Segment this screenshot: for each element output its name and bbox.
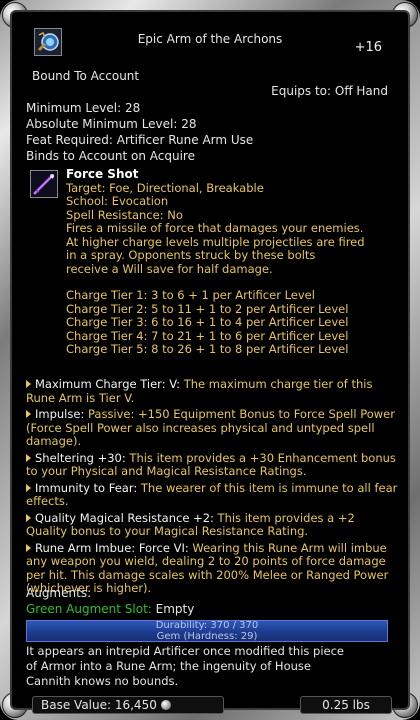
effect-name: Immunity to Fear: [35, 480, 138, 495]
augment-slot-value: Empty [151, 602, 195, 616]
item-minimum-level-badge: +16 [354, 40, 382, 55]
bullet-arrow-icon [26, 543, 31, 552]
bullet-arrow-icon [26, 453, 31, 462]
tooltip-header: Epic Arm of the Archons +16 [14, 14, 406, 72]
charge-tier-line: Charge Tier 3: 6 to 16 + 1 to 4 per Arti… [66, 315, 349, 329]
base-value: Base Value: 16,450 [41, 698, 157, 712]
flavor-line: It appears an intrepid Artificer once mo… [26, 644, 345, 658]
effect-item: Impulse: Passive: +150 Equipment Bonus t… [26, 407, 398, 449]
requirement-line: Absolute Minimum Level: 28 [26, 117, 197, 131]
durability-bar: Durability: 370 / 370 Gem (Hardness: 29) [26, 620, 388, 642]
effect-name: Impulse: [35, 407, 85, 421]
spell-block: Force Shot Target: Foe, Directional, Bre… [26, 167, 398, 357]
effect-name: Maximum Charge Tier: V: [35, 377, 181, 391]
augment-slot: Green Augment Slot: Empty [26, 602, 194, 616]
spell-description: Fires a missile of force that damages yo… [66, 221, 398, 276]
effect-name: Rune Arm Imbue: Force VI: [35, 540, 189, 555]
effects-list: Maximum Charge Tier: V: The maximum char… [26, 377, 398, 599]
augment-slot-label: Green Augment Slot: [26, 602, 152, 616]
flavor-line: of Armor into a Rune Arm; the ingenuity … [26, 659, 311, 673]
flavor-text: It appears an intrepid Artificer once mo… [26, 644, 398, 689]
bound-status: Bound To Account [32, 69, 140, 83]
charge-tier-line: Charge Tier 4: 7 to 21 + 1 to 6 per Arti… [66, 328, 349, 343]
effect-name: Sheltering +30: [35, 450, 126, 465]
requirement-line: Minimum Level: 28 [26, 101, 141, 115]
equip-slot: Equips to: Off Hand [271, 84, 388, 98]
charge-tier-line: Charge Tier 1: 3 to 6 + 1 per Artificer … [66, 288, 315, 302]
spell-description-line: Fires a missile of force that damages yo… [66, 221, 364, 235]
charge-tier-line: Charge Tier 2: 5 to 11 + 1 to 2 per Arti… [66, 301, 349, 316]
item-title: Epic Arm of the Archons [137, 32, 283, 46]
spell-name: Force Shot [66, 167, 139, 181]
requirement-line: Binds to Account on Acquire [26, 149, 195, 163]
effect-item: Maximum Charge Tier: V: The maximum char… [26, 377, 398, 405]
weight-box: 0.25 lbs [300, 696, 392, 714]
requirement-line: Feat Required: Artificer Rune Arm Use [26, 133, 254, 147]
spell-resistance: Spell Resistance: No [66, 207, 183, 222]
effect-item: Immunity to Fear: The wearer of this ite… [26, 480, 398, 509]
durability-text: Durability: 370 / 370 [155, 620, 259, 631]
item-tooltip: Epic Arm of the Archons +16 Bound To Acc… [14, 14, 406, 714]
item-weight: 0.25 lbs [322, 698, 370, 712]
charge-tier-list: Charge Tier 1: 3 to 6 + 1 per Artificer … [66, 288, 398, 357]
spell-description-line: receive a Will save for half damage. [66, 261, 273, 276]
spell-description-line: At higher charge levels multiple project… [66, 234, 365, 249]
coin-icon [160, 700, 171, 710]
flavor-line: Cannith knows no bounds. [26, 674, 179, 688]
rune-arm-icon [34, 28, 62, 56]
effect-item: Sheltering +30: This item provides a +30… [26, 450, 398, 479]
requirements-list: Minimum Level: 28 Absolute Minimum Level… [26, 100, 398, 164]
force-shot-icon [30, 170, 58, 198]
bullet-arrow-icon [26, 483, 31, 492]
bullet-arrow-icon [26, 513, 31, 522]
bullet-arrow-icon [26, 410, 31, 418]
effect-item: Quality Magical Resistance +2: This item… [26, 510, 398, 539]
spell-target: Target: Foe, Directional, Breakable [66, 180, 264, 195]
augments-header: Augments: [26, 586, 92, 600]
bullet-arrow-icon [26, 380, 31, 388]
gem-hardness-text: Gem (Hardness: 29) [156, 631, 258, 642]
base-value-box: Base Value: 16,450 [32, 696, 224, 714]
spell-school: School: Evocation [66, 194, 169, 208]
tooltip-footer: Base Value: 16,450 0.25 lbs [32, 696, 392, 714]
spell-details: Force Shot Target: Foe, Directional, Bre… [66, 167, 398, 357]
charge-tier-line: Charge Tier 5: 8 to 26 + 1 to 8 per Arti… [66, 342, 349, 356]
spell-description-line: in a spray. Opponents struck by these bo… [66, 248, 316, 262]
effect-name: Quality Magical Resistance +2: [35, 510, 214, 525]
